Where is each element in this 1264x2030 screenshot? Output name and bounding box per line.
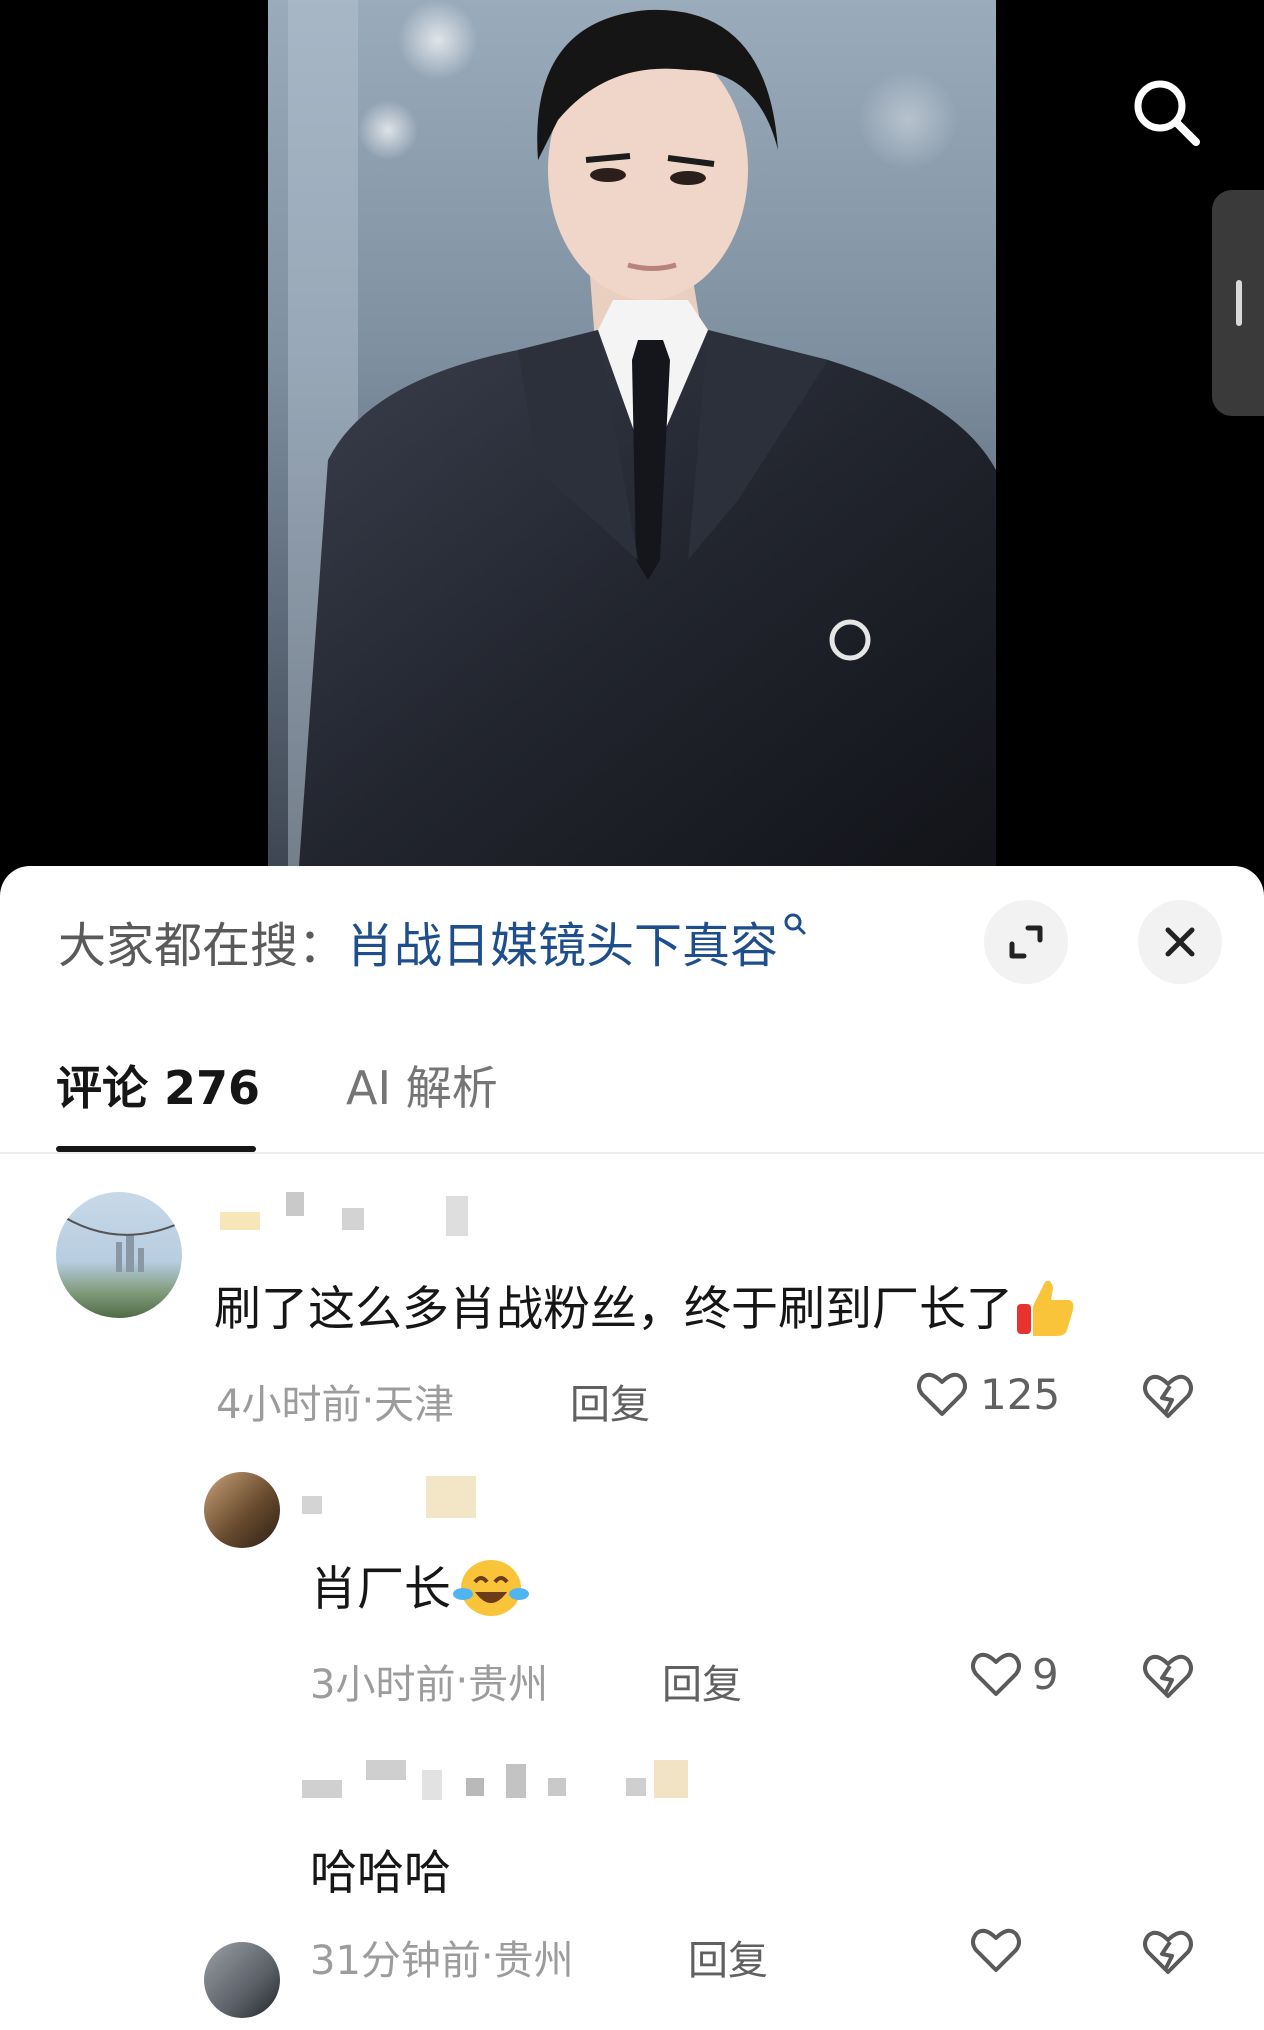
dislike-button[interactable] [1140, 1924, 1196, 1984]
close-button[interactable] [1138, 900, 1222, 984]
trending-prefix: 大家都在搜： [58, 918, 347, 974]
broken-heart-icon [1143, 1930, 1193, 1974]
comment-body: 刷了这么多肖战粉丝，终于刷到厂长了 [214, 1282, 1013, 1337]
portrait-illustration [268, 0, 996, 880]
meta-separator: · [455, 1658, 469, 1704]
reply-username-blurred[interactable] [302, 1760, 702, 1800]
tab-comments[interactable]: 评论 276 [56, 1052, 260, 1118]
reply-meta: 3小时前 · 贵州 [310, 1652, 548, 1710]
video-player[interactable] [0, 0, 1264, 890]
close-icon [1165, 927, 1195, 957]
expand-icon [1009, 925, 1043, 959]
tab-ai-analysis[interactable]: AI 解析 [346, 1052, 498, 1118]
avatar[interactable] [56, 1192, 182, 1318]
like-count: 9 [1032, 1649, 1059, 1699]
dislike-button[interactable] [1140, 1648, 1196, 1708]
comment-meta: 4小时前 · 天津 [216, 1372, 454, 1430]
reply-meta: 31分钟前 · 贵州 [310, 1928, 574, 1986]
reply-text: 肖厂长 [310, 1550, 531, 1634]
search-small-icon [782, 911, 808, 971]
like-count: 125 [980, 1369, 1061, 1419]
trending-search-bar: 大家都在搜： 肖战日媒镜头下真容 [58, 906, 808, 976]
like-button[interactable] [968, 1922, 1024, 1978]
comment-time: 4小时前 [216, 1382, 362, 1428]
reply-time: 3小时前 [310, 1662, 456, 1708]
reply-username-blurred[interactable] [302, 1476, 502, 1518]
trending-topic-link[interactable]: 肖战日媒镜头下真容 [346, 906, 778, 976]
heart-icon [971, 1652, 1021, 1696]
search-button[interactable] [1120, 66, 1212, 158]
avatar-image [56, 1211, 182, 1272]
broken-heart-icon [1143, 1654, 1193, 1698]
meta-separator: · [480, 1934, 494, 1980]
like-button[interactable]: 125 [914, 1366, 1060, 1422]
portrait-photo [268, 0, 996, 880]
expand-button[interactable] [984, 900, 1068, 984]
reply-time: 31分钟前 [310, 1938, 481, 1984]
reply-body: 肖厂长 [310, 1562, 451, 1617]
reply-avatar[interactable] [204, 1472, 280, 1548]
reply-location: 贵州 [493, 1938, 574, 1984]
tab-divider [0, 1152, 1264, 1154]
comment-text: 刷了这么多肖战粉丝，终于刷到厂长了 [214, 1270, 1079, 1352]
heart-icon [971, 1928, 1021, 1972]
meta-separator: · [361, 1378, 375, 1424]
reply-location: 贵州 [468, 1662, 549, 1708]
reply-button[interactable]: 回复 [688, 1928, 768, 1986]
reply-text: 哈哈哈 [310, 1846, 451, 1901]
reply-button[interactable]: 回复 [570, 1372, 650, 1430]
reply-button[interactable]: 回复 [662, 1652, 742, 1710]
comment-sheet: 大家都在搜： 肖战日媒镜头下真容 评论 276 AI 解析 刷了这么多肖战粉丝，… [0, 866, 1264, 2030]
username-blurred[interactable] [220, 1192, 490, 1236]
screen: 大家都在搜： 肖战日媒镜头下真容 评论 276 AI 解析 刷了这么多肖战粉丝，… [0, 0, 1264, 2030]
heart-icon [917, 1372, 967, 1416]
broken-heart-icon [1143, 1374, 1193, 1418]
like-button[interactable]: 9 [968, 1646, 1059, 1702]
reply-avatar[interactable] [204, 1942, 280, 2018]
tears-of-joy-icon [451, 1552, 531, 1634]
thumbs-up-icon [1013, 1274, 1079, 1352]
comment-location: 天津 [374, 1382, 455, 1428]
tab-bar: 评论 276 AI 解析 [56, 1050, 584, 1120]
dislike-button[interactable] [1140, 1368, 1196, 1428]
side-panel-handle[interactable] [1212, 190, 1264, 416]
search-icon [1134, 80, 1200, 146]
